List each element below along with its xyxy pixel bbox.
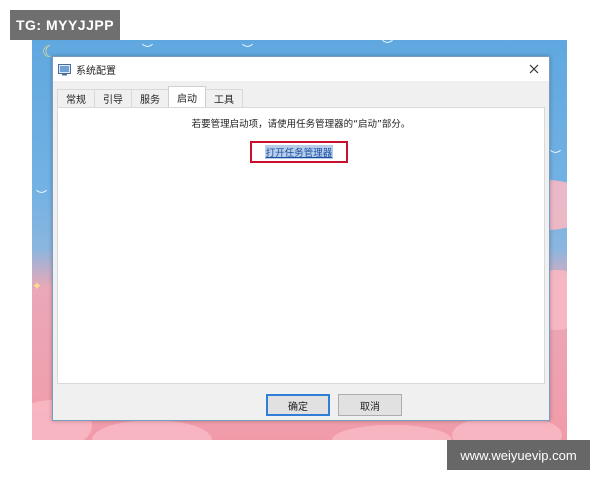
star-icon: ✦ — [32, 279, 43, 293]
bird-icon: ︶ — [550, 149, 561, 162]
title-bar[interactable]: 系统配置 — [53, 57, 549, 81]
open-task-manager-link[interactable]: 打开任务管理器 — [264, 145, 334, 159]
watermark-top-left: TG: MYYJJPP — [10, 10, 120, 40]
system-config-icon — [58, 63, 71, 76]
system-config-window: 系统配置 常规 引导 服务 启动 工具 若要管理启动项，请使用任务管理器的“启动… — [52, 56, 550, 421]
cancel-button[interactable]: 取消 — [338, 394, 402, 416]
highlight-box: 打开任务管理器 — [250, 141, 348, 163]
watermark-bottom-right: www.weiyuevip.com — [447, 440, 590, 470]
bird-icon: ︶ — [242, 43, 253, 56]
close-icon — [529, 64, 539, 74]
tab-boot[interactable]: 引导 — [94, 89, 132, 107]
tab-tools[interactable]: 工具 — [205, 89, 243, 107]
window-title: 系统配置 — [76, 65, 116, 77]
bird-icon: ︶ — [142, 43, 153, 56]
startup-instruction: 若要管理启动项，请使用任务管理器的“启动”部分。 — [191, 119, 411, 130]
close-button[interactable] — [519, 57, 549, 81]
bird-icon: ︶ — [36, 189, 47, 202]
bird-icon: ︶ — [382, 40, 393, 52]
tab-services[interactable]: 服务 — [131, 89, 169, 107]
ok-button[interactable]: 确定 — [266, 394, 330, 416]
tab-startup[interactable]: 启动 — [168, 86, 206, 107]
tab-strip: 常规 引导 服务 启动 工具 — [57, 86, 243, 107]
startup-panel: 若要管理启动项，请使用任务管理器的“启动”部分。 打开任务管理器 — [57, 107, 545, 384]
tab-general[interactable]: 常规 — [57, 89, 95, 107]
